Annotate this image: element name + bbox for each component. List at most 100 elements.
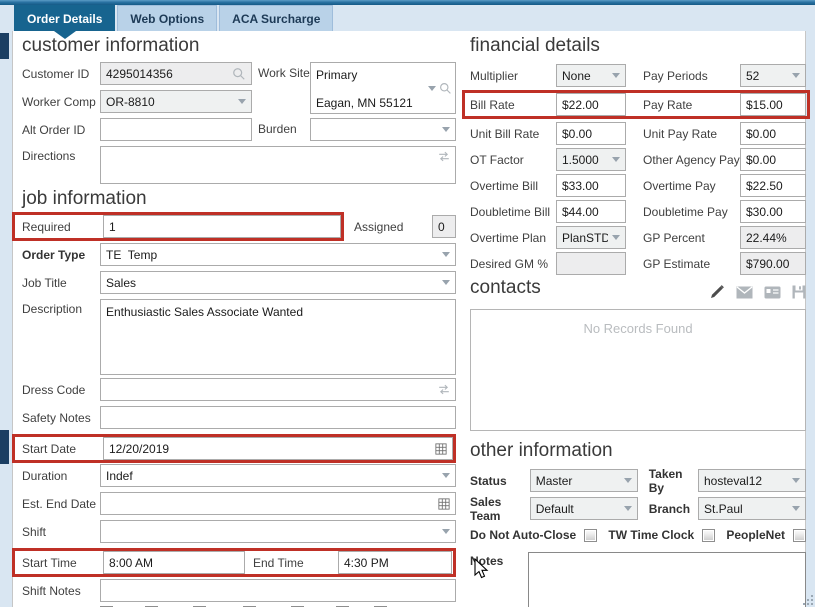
est-end-date-row: Est. End Date [22, 492, 456, 515]
edit-pencil-icon[interactable] [709, 284, 725, 300]
worker-comp-dropdown[interactable]: OR-8810 [100, 90, 252, 113]
chevron-down-icon [442, 280, 450, 285]
chevron-down-icon [623, 478, 632, 483]
chevron-down-icon [442, 127, 450, 132]
notes-row: Notes [470, 552, 806, 607]
bill-rate-field[interactable]: $22.00 [556, 93, 626, 116]
unit-pay-rate-field[interactable]: $0.00 [740, 122, 806, 145]
pay-periods-label: Pay Periods [643, 68, 708, 83]
assigned-label: Assigned [354, 219, 404, 234]
gp-percent-label: GP Percent [643, 230, 705, 245]
taken-by-dropdown[interactable]: hosteval12 [698, 469, 806, 492]
required-label: Required [22, 219, 71, 234]
doubletime-bill-field[interactable]: $44.00 [556, 200, 626, 223]
start-time-field[interactable]: 8:00 AM [103, 551, 245, 574]
taken-by-label: Taken By [648, 466, 683, 495]
safety-notes-field[interactable] [100, 406, 456, 429]
shift-notes-row: Shift Notes [22, 579, 456, 602]
dress-code-field[interactable] [100, 378, 456, 401]
chevron-down-icon [612, 73, 620, 78]
tw-time-clock-group: TW Time Clock [608, 528, 716, 542]
alt-order-id-label: Alt Order ID [22, 122, 86, 137]
alt-order-burden-row: Alt Order ID Burden [22, 118, 456, 141]
ot-factor-label: OT Factor [470, 152, 524, 167]
start-date-field[interactable]: 12/20/2019 [103, 437, 453, 460]
alt-order-id-field[interactable] [100, 118, 252, 141]
do-not-auto-close-checkbox[interactable] [584, 528, 598, 542]
desired-gm-label: Desired GM % [470, 256, 549, 271]
shift-notes-label: Shift Notes [22, 583, 81, 598]
customer-id-field: 4295014356 [100, 62, 252, 85]
tw-time-clock-checkbox[interactable] [702, 528, 716, 542]
chevron-down-icon [442, 529, 450, 534]
directions-field[interactable] [100, 146, 456, 184]
chevron-down-icon[interactable] [428, 86, 436, 91]
multiplier-dropdown[interactable]: None [556, 64, 626, 87]
sales-team-dropdown[interactable]: Default [529, 497, 638, 520]
customer-id-label: Customer ID [22, 66, 90, 81]
search-icon[interactable] [439, 82, 452, 95]
chevron-down-icon [792, 506, 800, 511]
multiplier-payperiods-row: Multiplier None Pay Periods 52 [470, 64, 806, 87]
peoplenet-checkbox[interactable] [793, 528, 806, 542]
required-assigned-row: Required 1 Assigned 0 [12, 212, 456, 241]
overtime-plan-row: Overtime Plan PlanSTD GP Percent 22.44% [470, 226, 806, 249]
ot-factor-dropdown[interactable]: 1.5000 [556, 148, 626, 171]
calendar-icon[interactable] [435, 442, 447, 455]
left-edge-accent-bottom [0, 430, 9, 464]
description-row: Description Enthusiastic Sales Associate… [22, 299, 456, 375]
overtime-pay-field[interactable]: $22.50 [740, 174, 806, 197]
other-agency-pay-field[interactable]: $0.00 [740, 148, 806, 171]
save-icon[interactable] [792, 285, 806, 299]
sync-icon[interactable] [437, 151, 451, 162]
calendar-icon[interactable] [438, 497, 450, 510]
chevron-down-icon [623, 506, 632, 511]
job-title-dropdown[interactable]: Sales [100, 271, 456, 294]
resize-grip[interactable] [803, 595, 813, 605]
directions-label: Directions [22, 149, 76, 163]
flags-row: Do Not Auto-Close TW Time Clock PeopleNe… [470, 527, 806, 543]
work-site-dropdown[interactable]: Primary Eagan, MN 55121 [310, 62, 456, 114]
customer-id-worksite-group: Customer ID 4295014356 Worker Comp OR-88… [22, 62, 456, 114]
unit-bill-rate-field[interactable]: $0.00 [556, 122, 626, 145]
rates-highlight-box: Bill Rate $22.00 Pay Rate $15.00 [462, 90, 810, 119]
job-title-row: Job Title Sales [22, 271, 456, 294]
end-time-label: End Time [253, 555, 304, 570]
tab-web-options[interactable]: Web Options [117, 5, 218, 31]
pay-rate-label: Pay Rate [643, 97, 693, 112]
duration-dropdown[interactable]: Indef [100, 464, 456, 487]
doubletime-pay-field[interactable]: $30.00 [740, 200, 806, 223]
sync-icon[interactable] [437, 384, 451, 395]
tab-aca-surcharge[interactable]: ACA Surcharge [219, 5, 334, 31]
est-end-date-field[interactable] [100, 492, 456, 515]
branch-dropdown[interactable]: St.Paul [698, 497, 806, 520]
shift-dropdown[interactable] [100, 520, 456, 543]
start-time-label: Start Time [22, 555, 77, 570]
search-icon[interactable] [232, 67, 246, 81]
desired-gm-row: Desired GM % GP Estimate $790.00 [470, 252, 806, 275]
chevron-down-icon [612, 235, 620, 240]
email-icon[interactable] [736, 285, 753, 299]
overtime-plan-dropdown[interactable]: PlanSTD [556, 226, 626, 249]
pay-periods-dropdown[interactable]: 52 [740, 64, 806, 87]
notes-field[interactable] [528, 552, 806, 607]
pay-rate-field[interactable]: $15.00 [740, 93, 806, 116]
work-site-address: Eagan, MN 55121 [316, 96, 413, 110]
end-time-field[interactable]: 4:30 PM [338, 551, 452, 574]
order-type-dropdown[interactable]: TE Temp [100, 243, 456, 266]
status-dropdown[interactable]: Master [529, 469, 638, 492]
start-date-highlight-box: Start Date 12/20/2019 [12, 434, 456, 463]
start-date-label: Start Date [22, 441, 77, 456]
tab-order-details[interactable]: Order Details [14, 5, 116, 31]
contact-card-icon[interactable] [764, 286, 781, 299]
mouse-cursor [474, 558, 489, 579]
right-column: financial details Multiplier None Pay Pe… [462, 36, 810, 607]
burden-dropdown[interactable] [310, 118, 456, 141]
description-field[interactable]: Enthusiastic Sales Associate Wanted [100, 299, 456, 375]
chevron-down-icon [792, 73, 800, 78]
shift-notes-field[interactable] [100, 579, 456, 602]
desired-gm-field[interactable] [556, 252, 626, 275]
overtime-bill-field[interactable]: $33.00 [556, 174, 626, 197]
required-field[interactable]: 1 [103, 215, 341, 238]
other-information-heading: other information [470, 440, 613, 461]
